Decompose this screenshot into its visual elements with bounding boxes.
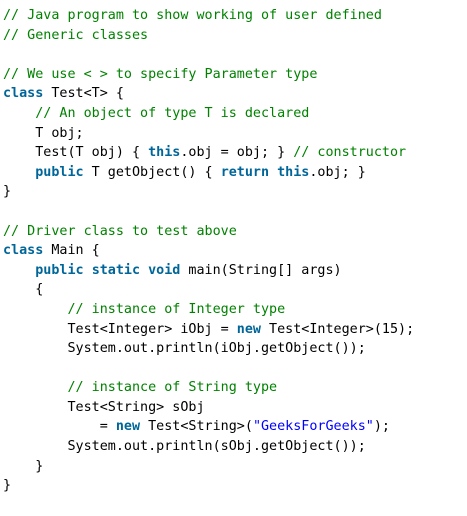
code-line: } xyxy=(3,476,467,496)
code-token-plain: main(String[] args) xyxy=(180,262,342,278)
code-token-comment: // constructor xyxy=(293,145,407,161)
code-token-plain: Test<Integer> iObj = xyxy=(3,321,237,337)
code-token-keyword: class xyxy=(3,86,44,102)
code-line: // instance of String type xyxy=(3,378,467,398)
code-token-plain: .obj = obj; } xyxy=(180,145,294,161)
code-token-plain: = xyxy=(3,419,116,435)
code-line: Test(T obj) { this.obj = obj; } // const… xyxy=(3,143,467,163)
code-token-string: "GeeksForGeeks" xyxy=(252,419,374,435)
code-line: // We use < > to specify Parameter type xyxy=(3,65,467,85)
code-token-keyword: public xyxy=(35,262,84,278)
code-line: // An object of type T is declared xyxy=(3,104,467,124)
code-line: } xyxy=(3,457,467,477)
code-token-keyword: new xyxy=(236,321,261,337)
code-line: public T getObject() { return this.obj; … xyxy=(3,163,467,183)
code-token-keyword: this xyxy=(277,164,310,180)
code-token-plain: } xyxy=(3,458,44,474)
code-token-plain: Test(T obj) { xyxy=(3,145,149,161)
code-line: System.out.println(sObj.getObject()); xyxy=(3,437,467,457)
code-line: // Generic classes xyxy=(3,26,467,46)
code-token-plain: Test<T> { xyxy=(43,86,124,102)
code-line: // instance of Integer type xyxy=(3,300,467,320)
code-line: public static void main(String[] args) xyxy=(3,261,467,281)
code-token-keyword: public xyxy=(35,164,84,180)
code-token-keyword: void xyxy=(148,262,181,278)
code-line: class Test<T> { xyxy=(3,84,467,104)
code-token-keyword: new xyxy=(115,419,141,435)
code-line: // Driver class to test above xyxy=(3,222,467,242)
code-block: // Java program to show working of user … xyxy=(0,0,467,496)
code-token-comment: // Generic classes xyxy=(3,27,149,43)
code-token-plain: Main { xyxy=(43,243,100,259)
code-token-plain: System.out.println(iObj.getObject()); xyxy=(3,341,366,357)
code-token-keyword: class xyxy=(3,243,44,259)
code-token-plain: { xyxy=(3,282,44,298)
code-token-keyword: this xyxy=(148,145,181,161)
code-token-keyword: return xyxy=(220,164,270,180)
code-token-plain: T getObject() { xyxy=(83,164,221,180)
code-line: Test<Integer> iObj = new Test<Integer>(1… xyxy=(3,320,467,340)
code-line: = new Test<String>("GeeksForGeeks"); xyxy=(3,417,467,437)
code-token-plain: } xyxy=(3,184,12,200)
code-line: System.out.println(iObj.getObject()); xyxy=(3,339,467,359)
code-token-plain: Test<String> sObj xyxy=(3,399,205,415)
code-line: } xyxy=(3,182,467,202)
code-line: Test<String> sObj xyxy=(3,398,467,418)
code-line: // Java program to show working of user … xyxy=(3,6,467,26)
code-token-plain: .obj; } xyxy=(309,164,366,180)
code-line: class Main { xyxy=(3,241,467,261)
code-line: T obj; xyxy=(3,124,467,144)
code-line: { xyxy=(3,280,467,300)
code-token-comment: // instance of String type xyxy=(67,380,278,396)
code-token-comment: // Driver class to test above xyxy=(3,223,237,239)
code-token-plain: ); xyxy=(373,419,390,435)
code-token-plain: Test<String>( xyxy=(140,419,253,435)
code-token-comment: // Java program to show working of user … xyxy=(3,8,382,23)
code-token-plain: T obj; xyxy=(3,125,84,141)
code-token-plain: System.out.println(sObj.getObject()); xyxy=(3,439,366,455)
code-token-plain: Test<Integer>(15); xyxy=(260,321,415,337)
code-token-plain: } xyxy=(3,478,12,494)
code-token-keyword: static xyxy=(91,262,141,278)
code-token-comment: // An object of type T is declared xyxy=(35,105,310,121)
code-token-comment: // instance of Integer type xyxy=(67,301,286,317)
code-token-comment: // We use < > to specify Parameter type xyxy=(3,66,318,82)
